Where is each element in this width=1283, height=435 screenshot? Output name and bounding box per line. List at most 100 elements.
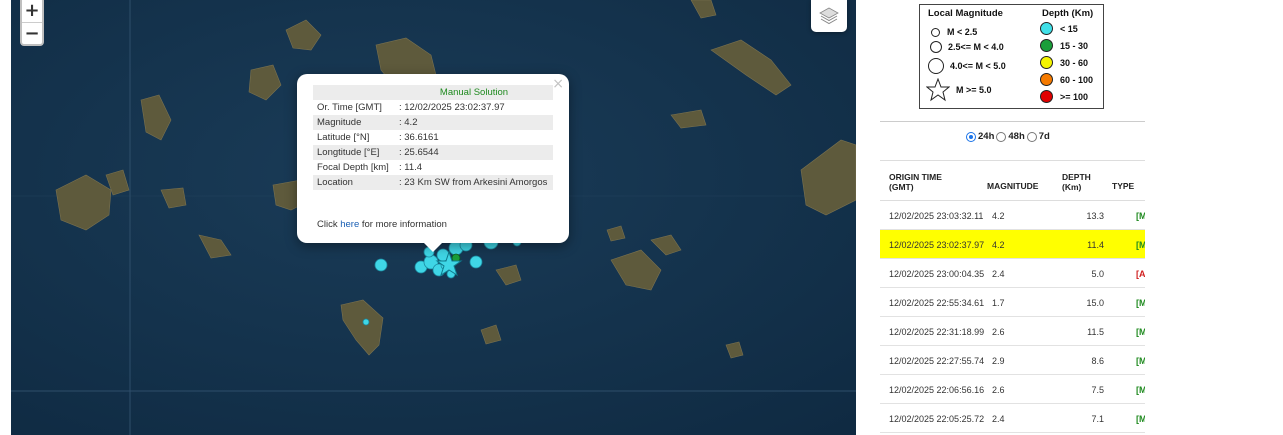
large-circle-icon	[928, 58, 944, 74]
depth-color-swatch	[1040, 73, 1053, 86]
table-header: ORIGIN TIME (GMT) MAGNITUDE DEPTH (Km) T…	[880, 161, 1145, 201]
cell-origin-time: 12/02/2025 22:06:56.16	[889, 385, 985, 395]
legend-depth-label: 15 - 30	[1060, 40, 1089, 51]
cell-type: [M	[1136, 356, 1145, 366]
cell-type: [M	[1136, 327, 1145, 337]
popup-value: : 11.4	[399, 162, 423, 173]
cell-origin-time: 12/02/2025 22:31:18.99	[889, 327, 985, 337]
zoom-out-button[interactable]: −	[22, 22, 42, 44]
table-row[interactable]: 12/02/2025 23:02:37.97 4.2 11.4 [M	[880, 230, 1145, 259]
column-header-depth: DEPTH (Km)	[1062, 172, 1091, 192]
cell-type: [A	[1136, 269, 1145, 279]
legend-depth-label: 30 - 60	[1060, 57, 1089, 68]
earthquake-table: ORIGIN TIME (GMT) MAGNITUDE DEPTH (Km) T…	[880, 160, 1145, 433]
popup-key: Focal Depth [km]	[317, 162, 389, 173]
depth-color-swatch	[1040, 22, 1053, 35]
popup-value: : 12/02/2025 23:02:37.97	[399, 102, 505, 113]
range-option-7d[interactable]: 7d	[1026, 131, 1050, 142]
cell-depth: 13.3	[1086, 211, 1104, 221]
legend-depth-label: >= 100	[1060, 91, 1089, 102]
popup-key: Location	[313, 175, 395, 190]
zoom-control: + −	[20, 0, 44, 46]
radio-button[interactable]	[996, 131, 1007, 142]
cell-depth: 7.1	[1091, 414, 1104, 424]
column-header-type: TYPE	[1112, 181, 1135, 191]
table-row[interactable]: 12/02/2025 22:31:18.99 2.6 11.5 [M	[880, 317, 1145, 346]
range-option-24h[interactable]: 24h	[966, 131, 994, 142]
column-header-time: ORIGIN TIME (GMT)	[889, 172, 942, 192]
zoom-in-button[interactable]: +	[22, 0, 42, 22]
cell-magnitude: 4.2	[992, 240, 1005, 250]
star-icon	[926, 78, 950, 102]
cell-type: [M	[1136, 211, 1145, 221]
more-info-link[interactable]: here	[340, 219, 359, 230]
cell-depth: 11.4	[1087, 240, 1104, 250]
popup-key: Longtitude [°E]	[313, 145, 395, 160]
popup-value: : 36.6161	[399, 132, 439, 143]
cell-type: [M	[1136, 298, 1145, 308]
table-body: 12/02/2025 23:03:32.114.213.3[M12/02/202…	[880, 201, 1145, 433]
popup-value: : 4.2	[395, 115, 553, 130]
popup-details-table: Manual Solution Or. Time [GMT] : 12/02/20…	[313, 85, 553, 190]
popup-key: Latitude [°N]	[317, 132, 370, 143]
small-circle-icon	[931, 27, 940, 37]
cell-type: [M	[1136, 414, 1145, 424]
legend-magnitude-label: M >= 5.0	[956, 85, 992, 95]
popup-close-button[interactable]: ×	[552, 76, 564, 92]
cell-type: [M	[1136, 240, 1145, 250]
cell-origin-time: 12/02/2025 23:02:37.97	[889, 240, 985, 250]
table-row[interactable]: 12/02/2025 22:55:34.61 1.7 15.0 [M	[880, 288, 1145, 317]
cell-depth: 11.5	[1087, 327, 1104, 337]
legend-depth-label: < 15	[1060, 23, 1078, 34]
earthquake-popup: × Manual Solution Or. Time [GMT] : 12/02/…	[297, 74, 569, 252]
cell-origin-time: 12/02/2025 23:00:04.35	[889, 269, 985, 279]
table-row[interactable]: 12/02/2025 22:05:25.72 2.4 7.1 [M	[880, 404, 1145, 433]
popup-key: Magnitude	[313, 115, 395, 130]
popup-value: : 23 Km SW from Arkesini Amorgos	[395, 175, 553, 190]
popup-key: Or. Time [GMT]	[317, 102, 382, 113]
cell-depth: 8.6	[1091, 356, 1104, 366]
table-row[interactable]: 12/02/2025 23:00:04.35 2.4 5.0 [A	[880, 259, 1145, 288]
cell-magnitude: 2.4	[992, 269, 1005, 279]
layers-button[interactable]	[811, 0, 847, 32]
legend-magnitude-label: 4.0<= M < 5.0	[950, 61, 1006, 71]
legend-depth-label: 60 - 100	[1060, 74, 1094, 85]
depth-color-swatch	[1040, 56, 1053, 69]
time-range-selector: 24h 48h 7d	[966, 131, 1052, 142]
side-panel: Local Magnitude Depth (Km) M < 2.5 2.5<=…	[856, 0, 1283, 435]
cell-origin-time: 12/02/2025 22:27:55.74	[889, 356, 985, 366]
depth-color-swatch	[1040, 90, 1053, 103]
popup-title: Manual Solution	[395, 85, 553, 100]
cell-magnitude: 2.6	[992, 327, 1005, 337]
table-row[interactable]: 12/02/2025 22:27:55.74 2.9 8.6 [M	[880, 346, 1145, 375]
cell-magnitude: 2.6	[992, 385, 1005, 395]
legend: Local Magnitude Depth (Km) M < 2.5 2.5<=…	[919, 4, 1104, 109]
legend-magnitude-header: Local Magnitude	[928, 8, 1003, 19]
cell-magnitude: 1.7	[992, 298, 1005, 308]
cell-origin-time: 12/02/2025 22:55:34.61	[889, 298, 985, 308]
cell-magnitude: 2.9	[992, 356, 1005, 366]
radio-button[interactable]	[1026, 131, 1037, 142]
cell-depth: 15.0	[1086, 298, 1104, 308]
divider	[880, 121, 1145, 122]
cell-depth: 7.5	[1091, 385, 1104, 395]
cell-origin-time: 12/02/2025 23:03:32.11	[889, 211, 984, 221]
medium-circle-icon	[930, 41, 942, 53]
legend-depth-header: Depth (Km)	[1042, 8, 1094, 19]
table-row[interactable]: 12/02/2025 22:06:56.16 2.6 7.5 [M	[880, 375, 1145, 404]
column-header-magnitude: MAGNITUDE	[987, 181, 1039, 191]
cell-type: [M	[1136, 385, 1145, 395]
radio-button[interactable]	[966, 131, 976, 142]
depth-color-swatch	[1040, 39, 1053, 52]
cell-magnitude: 4.2	[992, 211, 1005, 221]
cell-depth: 5.0	[1091, 269, 1104, 279]
legend-magnitude-label: M < 2.5	[947, 27, 978, 37]
cell-origin-time: 12/02/2025 22:05:25.72	[889, 414, 985, 424]
legend-magnitude-label: 2.5<= M < 4.0	[948, 42, 1004, 52]
popup-more-info: Click here for more information	[317, 219, 447, 230]
layers-icon	[819, 7, 839, 25]
popup-value: : 25.6544	[395, 145, 553, 160]
cell-magnitude: 2.4	[992, 414, 1005, 424]
range-option-48h[interactable]: 48h	[996, 131, 1025, 142]
table-row[interactable]: 12/02/2025 23:03:32.11 4.2 13.3 [M	[880, 201, 1145, 230]
